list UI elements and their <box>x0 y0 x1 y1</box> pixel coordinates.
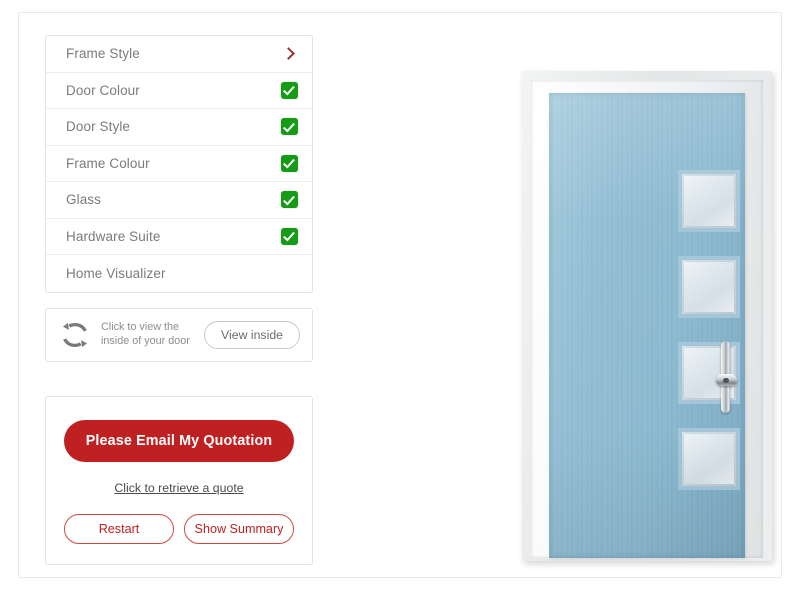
option-row-frame-style[interactable]: Frame Style <box>46 36 312 73</box>
check-icon <box>281 154 298 172</box>
option-row-hardware-suite[interactable]: Hardware Suite <box>46 219 312 255</box>
option-row-frame-colour[interactable]: Frame Colour <box>46 146 312 182</box>
check-icon <box>281 118 298 136</box>
view-inside-caption: Click to view the inside of your door <box>93 321 204 348</box>
option-label: Glass <box>66 192 102 208</box>
check-icon <box>281 81 298 99</box>
view-inside-button[interactable]: View inside <box>204 320 300 349</box>
option-label: Hardware Suite <box>66 228 161 244</box>
glass-panel-4 <box>681 431 737 487</box>
door-preview-image[interactable] <box>522 71 772 561</box>
quote-panel: Please Email My Quotation Click to retri… <box>45 395 313 565</box>
option-label: Door Colour <box>66 82 140 98</box>
email-quotation-button[interactable]: Please Email My Quotation <box>64 419 294 462</box>
glass-panel-2 <box>681 259 737 315</box>
glass-panel-1 <box>681 173 737 229</box>
show-summary-button[interactable]: Show Summary <box>184 513 294 544</box>
check-icon <box>281 227 298 245</box>
left-panel: Frame Style Door Colour Door Style Frame… <box>45 35 313 565</box>
option-row-home-visualizer[interactable]: Home Visualizer <box>46 255 312 292</box>
option-row-door-style[interactable]: Door Style <box>46 109 312 146</box>
view-inside-caption-line1: Click to view the <box>101 321 180 333</box>
check-icon <box>281 191 298 209</box>
door-lock-cylinder <box>716 374 737 386</box>
door-leaf[interactable] <box>549 93 745 558</box>
rotate-icon <box>57 320 93 350</box>
option-row-glass[interactable]: Glass <box>46 182 312 219</box>
restart-button[interactable]: Restart <box>64 513 174 544</box>
option-label: Frame Style <box>66 46 140 62</box>
option-row-door-colour[interactable]: Door Colour <box>46 73 312 109</box>
door-preview-stage[interactable] <box>504 51 794 571</box>
options-menu: Frame Style Door Colour Door Style Frame… <box>45 35 313 293</box>
option-label: Home Visualizer <box>66 265 166 281</box>
option-label: Frame Colour <box>66 155 150 171</box>
view-inside-panel: Click to view the inside of your door Vi… <box>45 307 313 362</box>
quote-actions-row: Restart Show Summary <box>64 513 294 544</box>
view-inside-caption-line2: inside of your door <box>101 334 190 347</box>
chevron-right-icon[interactable] <box>281 45 298 62</box>
retrieve-quote-link[interactable]: Click to retrieve a quote <box>114 481 243 495</box>
option-label: Door Style <box>66 119 131 135</box>
app-container: Frame Style Door Colour Door Style Frame… <box>18 12 782 578</box>
